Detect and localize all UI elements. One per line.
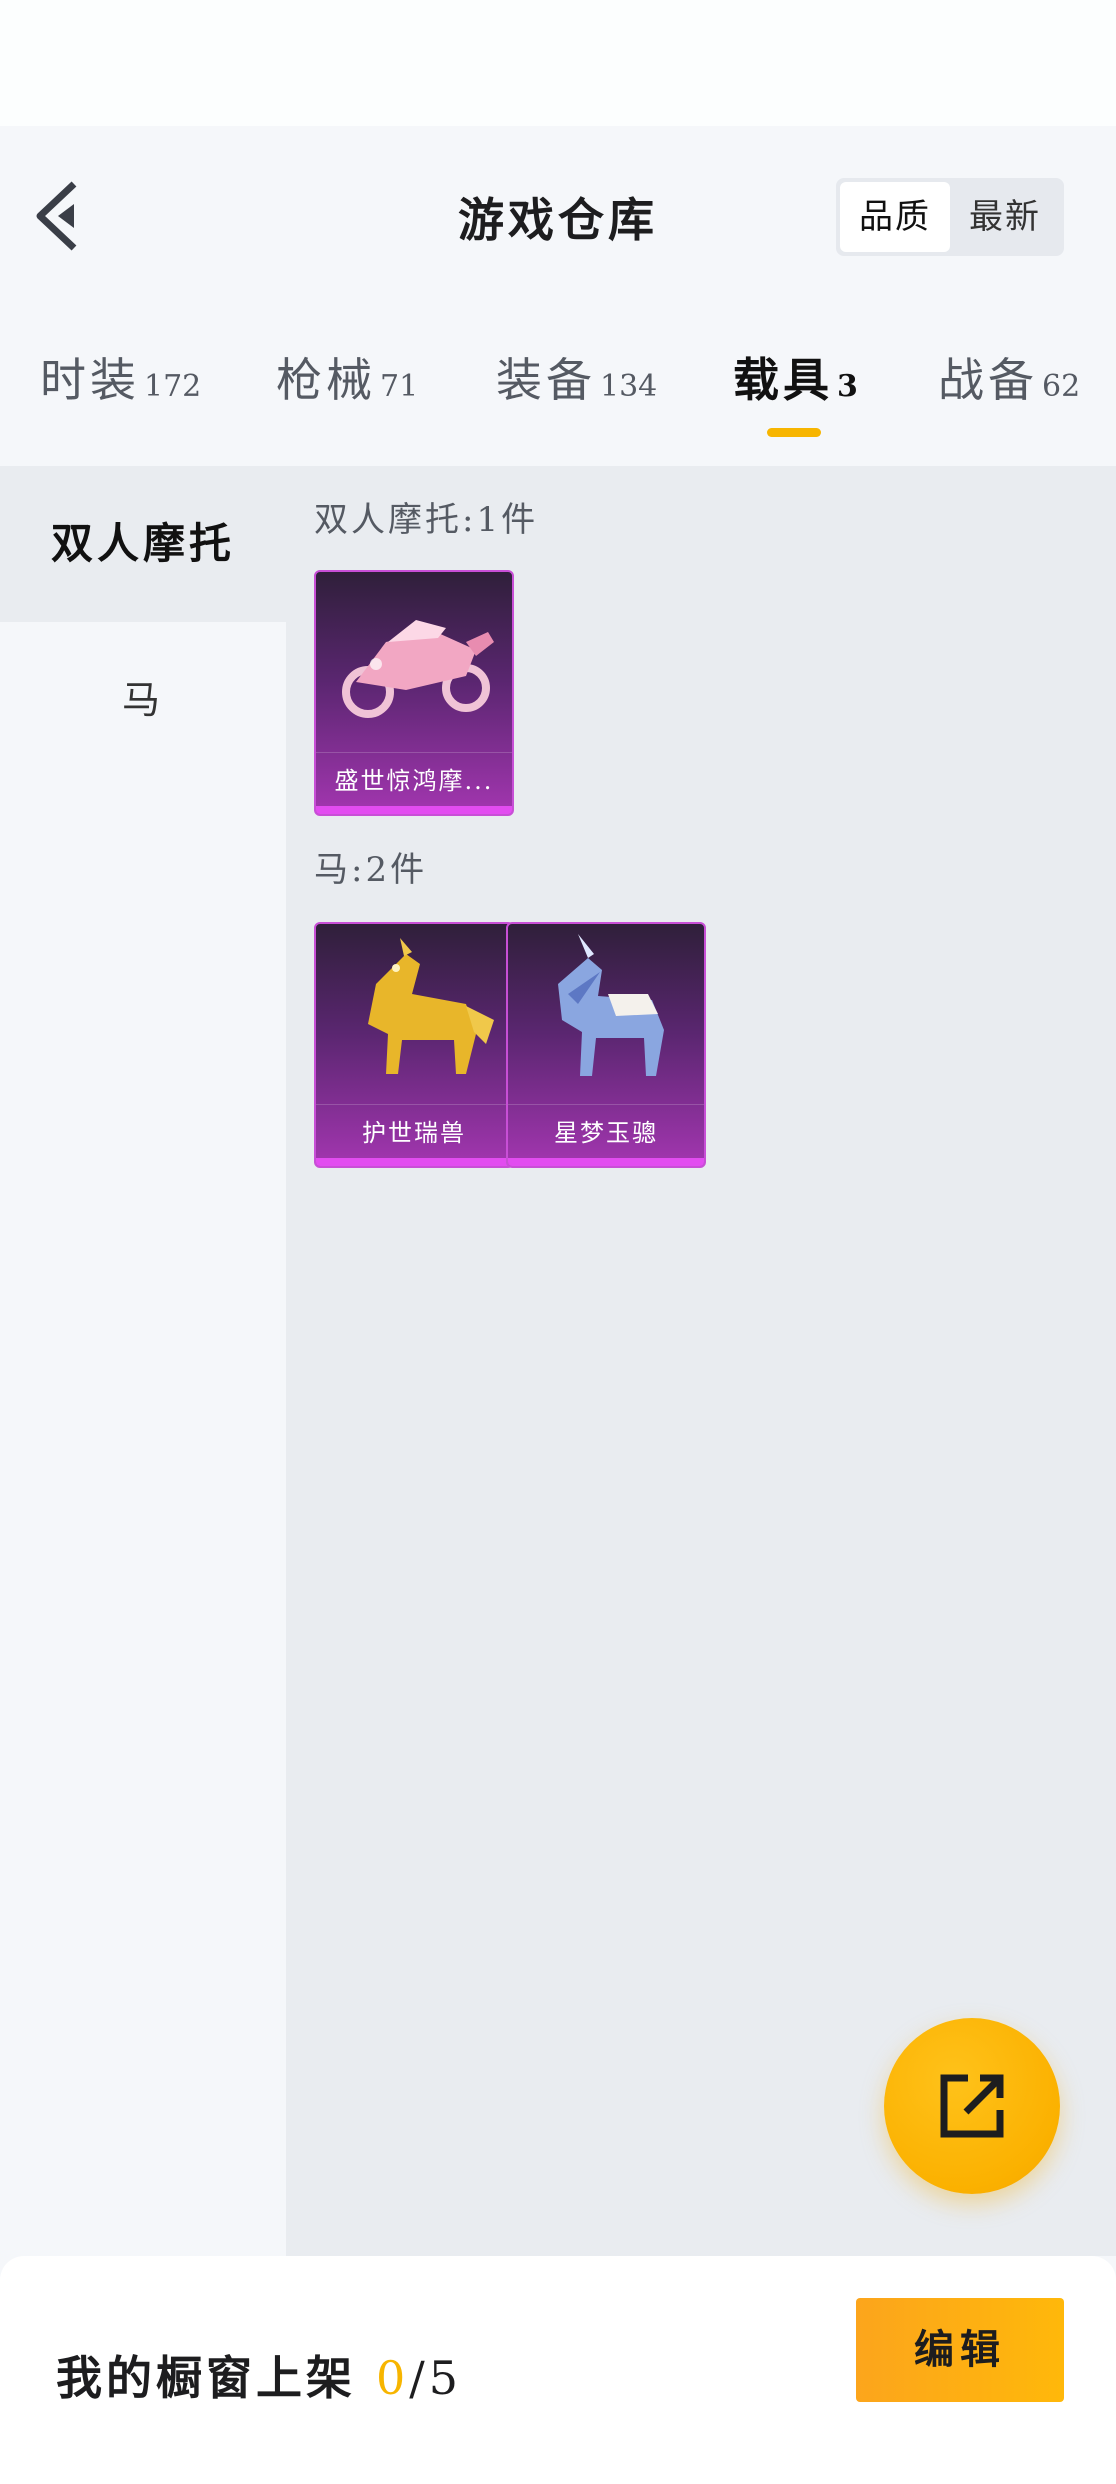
item-name: 护世瑞兽 xyxy=(316,1104,512,1160)
showcase-count: 0 xyxy=(376,2351,410,2405)
sidebar-item-horse[interactable]: 马 xyxy=(0,622,286,778)
tab-count: 172 xyxy=(144,369,202,404)
tab-label: 时装 xyxy=(40,353,140,407)
category-tabs: 时装 172 枪械 71 装备 134 载具 3 战备 62 xyxy=(0,296,1116,466)
group-title: 马:2件 xyxy=(314,850,428,890)
bottom-bar: 我的橱窗上架 0/5 编辑 xyxy=(0,2256,1116,2484)
showcase-status: 我的橱窗上架 0/5 xyxy=(56,2342,462,2408)
active-tab-indicator xyxy=(767,428,821,437)
share-button[interactable] xyxy=(884,2018,1060,2194)
item-name: 星梦玉骢 xyxy=(508,1104,704,1160)
showcase-label: 我的橱窗上架 xyxy=(56,2351,356,2405)
tab-count: 62 xyxy=(1042,369,1081,404)
motorcycle-image xyxy=(316,572,512,750)
unicorn-horse-image xyxy=(508,924,704,1102)
tab-supplies[interactable]: 战备 62 xyxy=(938,344,1080,434)
item-name: 盛世惊鸿摩... xyxy=(316,752,512,808)
tab-fashion[interactable]: 时装 172 xyxy=(40,344,201,434)
item-card[interactable]: 护世瑞兽 xyxy=(314,922,514,1168)
item-card[interactable]: 星梦玉骢 xyxy=(506,922,706,1168)
header: 游戏仓库 品质 最新 xyxy=(0,126,1116,296)
item-card[interactable]: 盛世惊鸿摩... xyxy=(314,570,514,816)
edit-button[interactable]: 编辑 xyxy=(856,2298,1064,2402)
tab-count: 71 xyxy=(380,369,419,404)
share-icon xyxy=(940,2074,1004,2138)
item-content-area: 双人摩托:1件 盛世惊鸿摩... 马:2件 护世瑞兽 星梦玉骢 xyxy=(286,466,1116,2256)
sidebar-item-two-seat-motorcycle[interactable]: 双人摩托 xyxy=(0,466,286,622)
sort-toggle: 品质 最新 xyxy=(836,178,1064,256)
sort-quality-button[interactable]: 品质 xyxy=(840,182,950,252)
showcase-total: /5 xyxy=(409,2351,463,2405)
golden-beast-image xyxy=(316,924,512,1102)
group-title: 双人摩托:1件 xyxy=(314,500,539,540)
sidebar: 双人摩托 马 xyxy=(0,466,286,2256)
tab-label: 枪械 xyxy=(276,353,376,407)
sort-latest-button[interactable]: 最新 xyxy=(950,182,1060,252)
tab-label: 载具 xyxy=(733,353,833,407)
tab-equipment[interactable]: 装备 134 xyxy=(496,344,657,434)
tab-count: 134 xyxy=(600,369,658,404)
tab-count: 3 xyxy=(837,369,858,404)
tab-vehicles[interactable]: 载具 3 xyxy=(733,344,858,434)
tab-weapons[interactable]: 枪械 71 xyxy=(276,344,418,434)
tab-label: 装备 xyxy=(496,353,596,407)
status-bar xyxy=(0,0,1116,126)
tab-label: 战备 xyxy=(938,353,1038,407)
